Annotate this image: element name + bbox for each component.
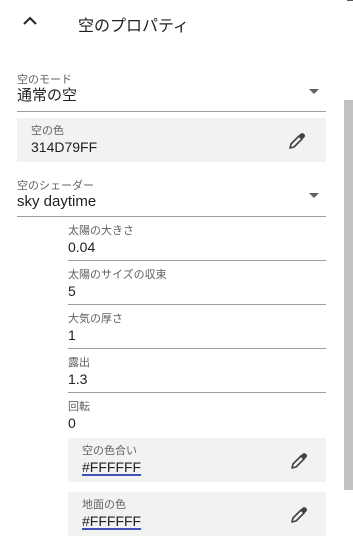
field-underline bbox=[68, 348, 326, 349]
eyedropper-icon[interactable] bbox=[290, 452, 308, 470]
sky-tint-value[interactable]: #FFFFFF bbox=[82, 459, 141, 475]
sun-size-convergence-label: 太陽のサイズの収束 bbox=[68, 269, 167, 281]
divider bbox=[17, 111, 326, 112]
caret-down-icon[interactable] bbox=[309, 193, 319, 198]
atmosphere-thickness-value[interactable]: 1 bbox=[68, 327, 76, 343]
eyedropper-icon[interactable] bbox=[288, 132, 306, 150]
exposure-label: 露出 bbox=[68, 357, 90, 369]
ground-color-field[interactable]: 地面の色 #FFFFFF bbox=[68, 492, 326, 536]
window-corner bbox=[347, 0, 353, 7]
exposure-value[interactable]: 1.3 bbox=[68, 371, 87, 387]
sun-size-label: 太陽の大きさ bbox=[68, 225, 134, 237]
field-underline bbox=[68, 304, 326, 305]
sky-shader-value: sky daytime bbox=[17, 193, 97, 210]
caret-down-icon[interactable] bbox=[309, 89, 319, 94]
sky-color-field[interactable]: 空の色 314D79FF bbox=[17, 118, 326, 162]
rotation-label: 回転 bbox=[68, 401, 90, 413]
section-title: 空のプロパティ bbox=[78, 18, 190, 35]
atmosphere-thickness-label: 大気の厚さ bbox=[68, 313, 123, 325]
sky-color-value[interactable]: 314D79FF bbox=[31, 139, 97, 155]
scrollbar-thumb[interactable] bbox=[344, 100, 353, 490]
section-header[interactable]: 空のプロパティ bbox=[0, 0, 344, 48]
sun-size-convergence-value[interactable]: 5 bbox=[68, 283, 76, 299]
sky-mode-value: 通常の空 bbox=[17, 87, 78, 104]
sky-properties-panel: 空のプロパティ 空のモード 通常の空 空の色 314D79FF 空のシェーダー … bbox=[0, 0, 344, 554]
eyedropper-icon[interactable] bbox=[290, 506, 308, 524]
ground-color-label: 地面の色 bbox=[82, 499, 126, 511]
chevron-up-icon[interactable] bbox=[22, 13, 38, 29]
divider bbox=[17, 216, 326, 217]
sky-shader-label: 空のシェーダー bbox=[17, 180, 94, 192]
rotation-value[interactable]: 0 bbox=[68, 415, 76, 431]
ground-color-value[interactable]: #FFFFFF bbox=[82, 513, 141, 529]
field-underline bbox=[68, 260, 326, 261]
sky-tint-field[interactable]: 空の色合い #FFFFFF bbox=[68, 438, 326, 482]
sky-tint-label: 空の色合い bbox=[82, 445, 137, 457]
sky-color-label: 空の色 bbox=[31, 125, 64, 137]
sky-mode-label: 空のモード bbox=[17, 74, 72, 86]
field-underline bbox=[68, 392, 326, 393]
sun-size-value[interactable]: 0.04 bbox=[68, 239, 95, 255]
